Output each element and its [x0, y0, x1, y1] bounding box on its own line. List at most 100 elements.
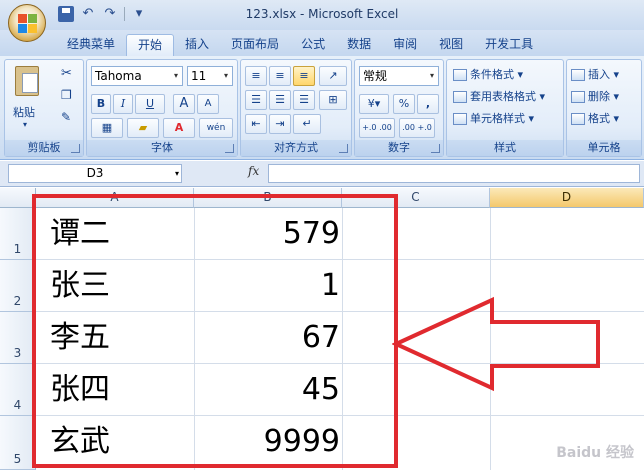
alignment-group-label: 对齐方式: [241, 140, 351, 156]
paste-dropdown-icon[interactable]: ▾: [23, 120, 27, 129]
align-bottom-button[interactable]: ≡: [293, 66, 315, 86]
increase-decimal-button[interactable]: +.0 .00: [359, 118, 395, 138]
conditional-format-icon: [453, 69, 467, 81]
tab-formulas[interactable]: 公式: [290, 34, 336, 56]
office-button[interactable]: [8, 4, 46, 42]
row-number: 1: [13, 242, 22, 256]
formula-input[interactable]: [268, 164, 640, 183]
chevron-down-icon: ▾: [173, 71, 178, 80]
tab-page-layout[interactable]: 页面布局: [220, 34, 290, 56]
cells-group: 插入 ▾ 删除 ▾ 格式 ▾ 单元格: [566, 59, 642, 157]
insert-cells-label: 插入: [588, 68, 610, 81]
tab-developer[interactable]: 开发工具: [474, 34, 544, 56]
watermark: Baidu 经验: [556, 445, 634, 461]
decrease-decimal-button[interactable]: .00 +.0: [399, 118, 435, 138]
paste-button-label[interactable]: 粘贴: [13, 104, 35, 120]
conditional-format-button[interactable]: 条件格式 ▾: [453, 66, 523, 82]
table-format-label: 套用表格格式: [470, 90, 536, 103]
delete-cells-label: 删除: [588, 90, 610, 103]
row-header-2[interactable]: 2: [0, 260, 36, 312]
align-center-button[interactable]: ☰: [269, 90, 291, 110]
tab-home[interactable]: 开始: [126, 34, 175, 56]
border-button[interactable]: ▦: [91, 118, 123, 138]
merge-center-button[interactable]: ⊞: [319, 90, 347, 110]
align-left-button[interactable]: ☰: [245, 90, 267, 110]
alignment-launcher-icon[interactable]: [339, 144, 348, 153]
font-launcher-icon[interactable]: [225, 144, 234, 153]
title-bar: ↶ ↷ ▾ 123.xlsx - Microsoft Excel: [0, 0, 644, 30]
number-launcher-icon[interactable]: [431, 144, 440, 153]
select-all-corner[interactable]: [0, 188, 36, 208]
chevron-down-icon: ▾: [174, 169, 179, 178]
highlight-box: [32, 194, 398, 468]
chevron-down-icon: ▾: [429, 71, 434, 80]
align-top-button[interactable]: ≡: [245, 66, 267, 86]
cells-group-label: 单元格: [567, 140, 641, 156]
font-name-combo[interactable]: Tahoma ▾: [91, 66, 183, 86]
row-header-5[interactable]: 5: [0, 416, 36, 470]
increase-indent-button[interactable]: ⇥: [269, 114, 291, 134]
paste-icon[interactable]: [15, 66, 39, 96]
number-format-combo[interactable]: 常规 ▾: [359, 66, 439, 86]
font-name-value: Tahoma: [95, 69, 142, 83]
ribbon-tabs: 经典菜单 开始 插入 页面布局 公式 数据 审阅 视图 开发工具: [0, 30, 644, 56]
font-size-value: 11: [191, 69, 207, 83]
percent-button[interactable]: %: [393, 94, 415, 114]
copy-icon[interactable]: ❐: [61, 88, 72, 102]
format-painter-icon[interactable]: ✎: [61, 110, 71, 124]
alignment-group: ≡ ≡ ≡ ↗ ☰ ☰ ☰ ⊞ ⇤ ⇥ ↵ 对齐方式: [240, 59, 352, 157]
accounting-format-button[interactable]: ¥▾: [359, 94, 389, 114]
left-arrow-icon: [392, 296, 600, 392]
format-cells-icon: [571, 113, 585, 125]
font-size-combo[interactable]: 11 ▾: [187, 66, 233, 86]
column-header-d[interactable]: D: [490, 188, 644, 208]
tab-review[interactable]: 审阅: [382, 34, 428, 56]
format-cells-label: 格式: [588, 112, 610, 125]
shrink-font-button[interactable]: A: [197, 94, 219, 114]
grow-font-button[interactable]: A: [173, 94, 195, 114]
insert-cells-button[interactable]: 插入 ▾: [571, 66, 619, 82]
cell-style-label: 单元格样式: [470, 112, 525, 125]
fill-color-button[interactable]: ▰: [127, 118, 159, 138]
comma-button[interactable]: ,: [417, 94, 439, 114]
decrease-indent-button[interactable]: ⇤: [245, 114, 267, 134]
tab-data[interactable]: 数据: [336, 34, 382, 56]
styles-group: 条件格式 ▾ 套用表格格式 ▾ 单元格样式 ▾ 样式: [446, 59, 564, 157]
delete-cells-button[interactable]: 删除 ▾: [571, 88, 619, 104]
number-group-label: 数字: [355, 140, 443, 156]
font-group-label: 字体: [87, 140, 237, 156]
table-format-icon: [453, 91, 467, 103]
office-logo-icon: [18, 14, 38, 34]
row-header-4[interactable]: 4: [0, 364, 36, 416]
table-format-button[interactable]: 套用表格格式 ▾: [453, 88, 545, 104]
orientation-button[interactable]: ↗: [319, 66, 347, 86]
row-header-1[interactable]: 1: [0, 208, 36, 260]
clipboard-launcher-icon[interactable]: [71, 144, 80, 153]
italic-button[interactable]: I: [113, 94, 133, 114]
align-right-button[interactable]: ☰: [293, 90, 315, 110]
font-color-button[interactable]: A: [163, 118, 195, 138]
bold-button[interactable]: B: [91, 94, 111, 114]
tab-view[interactable]: 视图: [428, 34, 474, 56]
tab-classic-menu[interactable]: 经典菜单: [56, 34, 126, 56]
insert-cells-icon: [571, 69, 585, 81]
window-title: 123.xlsx - Microsoft Excel: [245, 7, 399, 21]
row-number: 3: [13, 346, 22, 360]
ribbon: 粘贴 ▾ ✂ ❐ ✎ 剪贴板 Tahoma ▾ 11 ▾ B I U A A ▦ ▰…: [0, 56, 644, 160]
styles-group-label: 样式: [447, 140, 563, 156]
cut-icon[interactable]: ✂: [61, 66, 72, 81]
row-header-3[interactable]: 3: [0, 312, 36, 364]
chevron-down-icon: ▾: [223, 71, 228, 80]
tab-insert[interactable]: 插入: [174, 34, 220, 56]
cell-style-button[interactable]: 单元格样式 ▾: [453, 110, 534, 126]
insert-function-icon[interactable]: fx: [248, 164, 259, 178]
font-group: Tahoma ▾ 11 ▾ B I U A A ▦ ▰ A wén 字体: [86, 59, 238, 157]
underline-button[interactable]: U: [135, 94, 165, 114]
format-cells-button[interactable]: 格式 ▾: [571, 110, 619, 126]
wrap-text-button[interactable]: ↵: [293, 114, 321, 134]
phonetic-button[interactable]: wén: [199, 118, 233, 138]
align-middle-button[interactable]: ≡: [269, 66, 291, 86]
formula-controls: fx: [186, 164, 266, 183]
name-box[interactable]: D3 ▾: [8, 164, 182, 183]
formula-bar: D3 ▾ fx: [0, 161, 644, 187]
